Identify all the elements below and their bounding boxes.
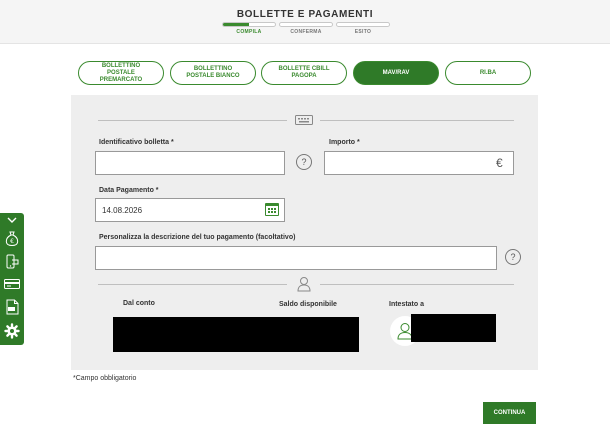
card-button[interactable]	[2, 274, 22, 294]
step-progress-fill	[223, 23, 249, 26]
descrizione-input[interactable]	[95, 246, 497, 270]
data-pagamento-input[interactable]	[95, 198, 285, 222]
section-divider	[320, 284, 514, 285]
section-divider	[98, 120, 287, 121]
calendar-icon[interactable]	[265, 203, 279, 216]
importo-label: Importo *	[329, 139, 360, 146]
section-divider	[98, 284, 287, 285]
saldo-disponibile-label: Saldo disponibile	[279, 301, 337, 308]
identificativo-input[interactable]	[95, 151, 285, 175]
identificativo-label: Identificativo bolletta *	[99, 139, 174, 146]
dal-conto-label: Dal conto	[123, 300, 155, 307]
money-bag-button[interactable]: €	[2, 228, 22, 248]
account-selector-redacted[interactable]	[113, 317, 359, 352]
pdf-document-icon	[6, 299, 18, 315]
euro-icon: €	[496, 156, 503, 170]
card-icon	[4, 279, 20, 289]
identificativo-help-icon[interactable]: ?	[296, 154, 312, 170]
page-title: BOLLETTE E PAGAMENTI	[236, 9, 374, 20]
pdf-document-button[interactable]	[2, 297, 22, 317]
step-conferma: CONFERMA	[279, 22, 333, 35]
data-pagamento-label: Data Pagamento *	[99, 187, 159, 194]
page-header: BOLLETTE E PAGAMENTI COMPILA CONFERMA ES…	[0, 0, 610, 44]
step-progress-bar	[222, 22, 276, 27]
required-field-note: *Campo obbligatorio	[73, 375, 137, 382]
step-label: COMPILA	[236, 29, 262, 35]
person-icon	[297, 277, 311, 292]
step-label: ESITO	[354, 29, 372, 35]
tab-ri-ba[interactable]: RI.BA	[445, 61, 531, 85]
section-divider	[320, 120, 514, 121]
step-esito: ESITO	[336, 22, 390, 35]
importo-input[interactable]	[324, 151, 514, 175]
step-progress-bar	[336, 22, 390, 27]
phone-payment-icon	[6, 254, 18, 268]
tab-bollette-cbill-pagopa[interactable]: BOLLETTE CBILL PAGOPA	[261, 61, 347, 85]
payment-form-panel: Identificativo bolletta * ? Importo * € …	[71, 95, 538, 370]
step-compila: COMPILA	[222, 22, 276, 35]
descrizione-help-icon[interactable]: ?	[505, 249, 521, 265]
svg-text:€: €	[10, 238, 14, 245]
tab-mav-rav[interactable]: MAV/RAV	[353, 61, 439, 85]
intestato-a-label: Intestato a	[389, 301, 425, 308]
tab-bollettino-bianco[interactable]: BOLLETTINO POSTALE BIANCO	[170, 61, 256, 85]
collapse-toolbar-button[interactable]	[2, 213, 22, 227]
step-progress-bar	[279, 22, 333, 27]
chevron-down-icon	[7, 217, 17, 223]
account-holder-redacted	[411, 314, 496, 342]
settings-button[interactable]	[2, 321, 22, 341]
money-bag-icon: €	[5, 231, 19, 246]
phone-payment-button[interactable]	[2, 251, 22, 271]
continua-button[interactable]: CONTINUA	[483, 402, 536, 424]
step-label: CONFERMA	[290, 29, 322, 35]
keyboard-icon	[295, 115, 313, 125]
side-toolbar: €	[0, 213, 24, 345]
descrizione-label: Personalizza la descrizione del tuo paga…	[99, 234, 296, 241]
tab-bollettino-premarcato[interactable]: BOLLETTINO POSTALE PREMARCATO	[78, 61, 164, 85]
gear-icon	[4, 323, 20, 339]
